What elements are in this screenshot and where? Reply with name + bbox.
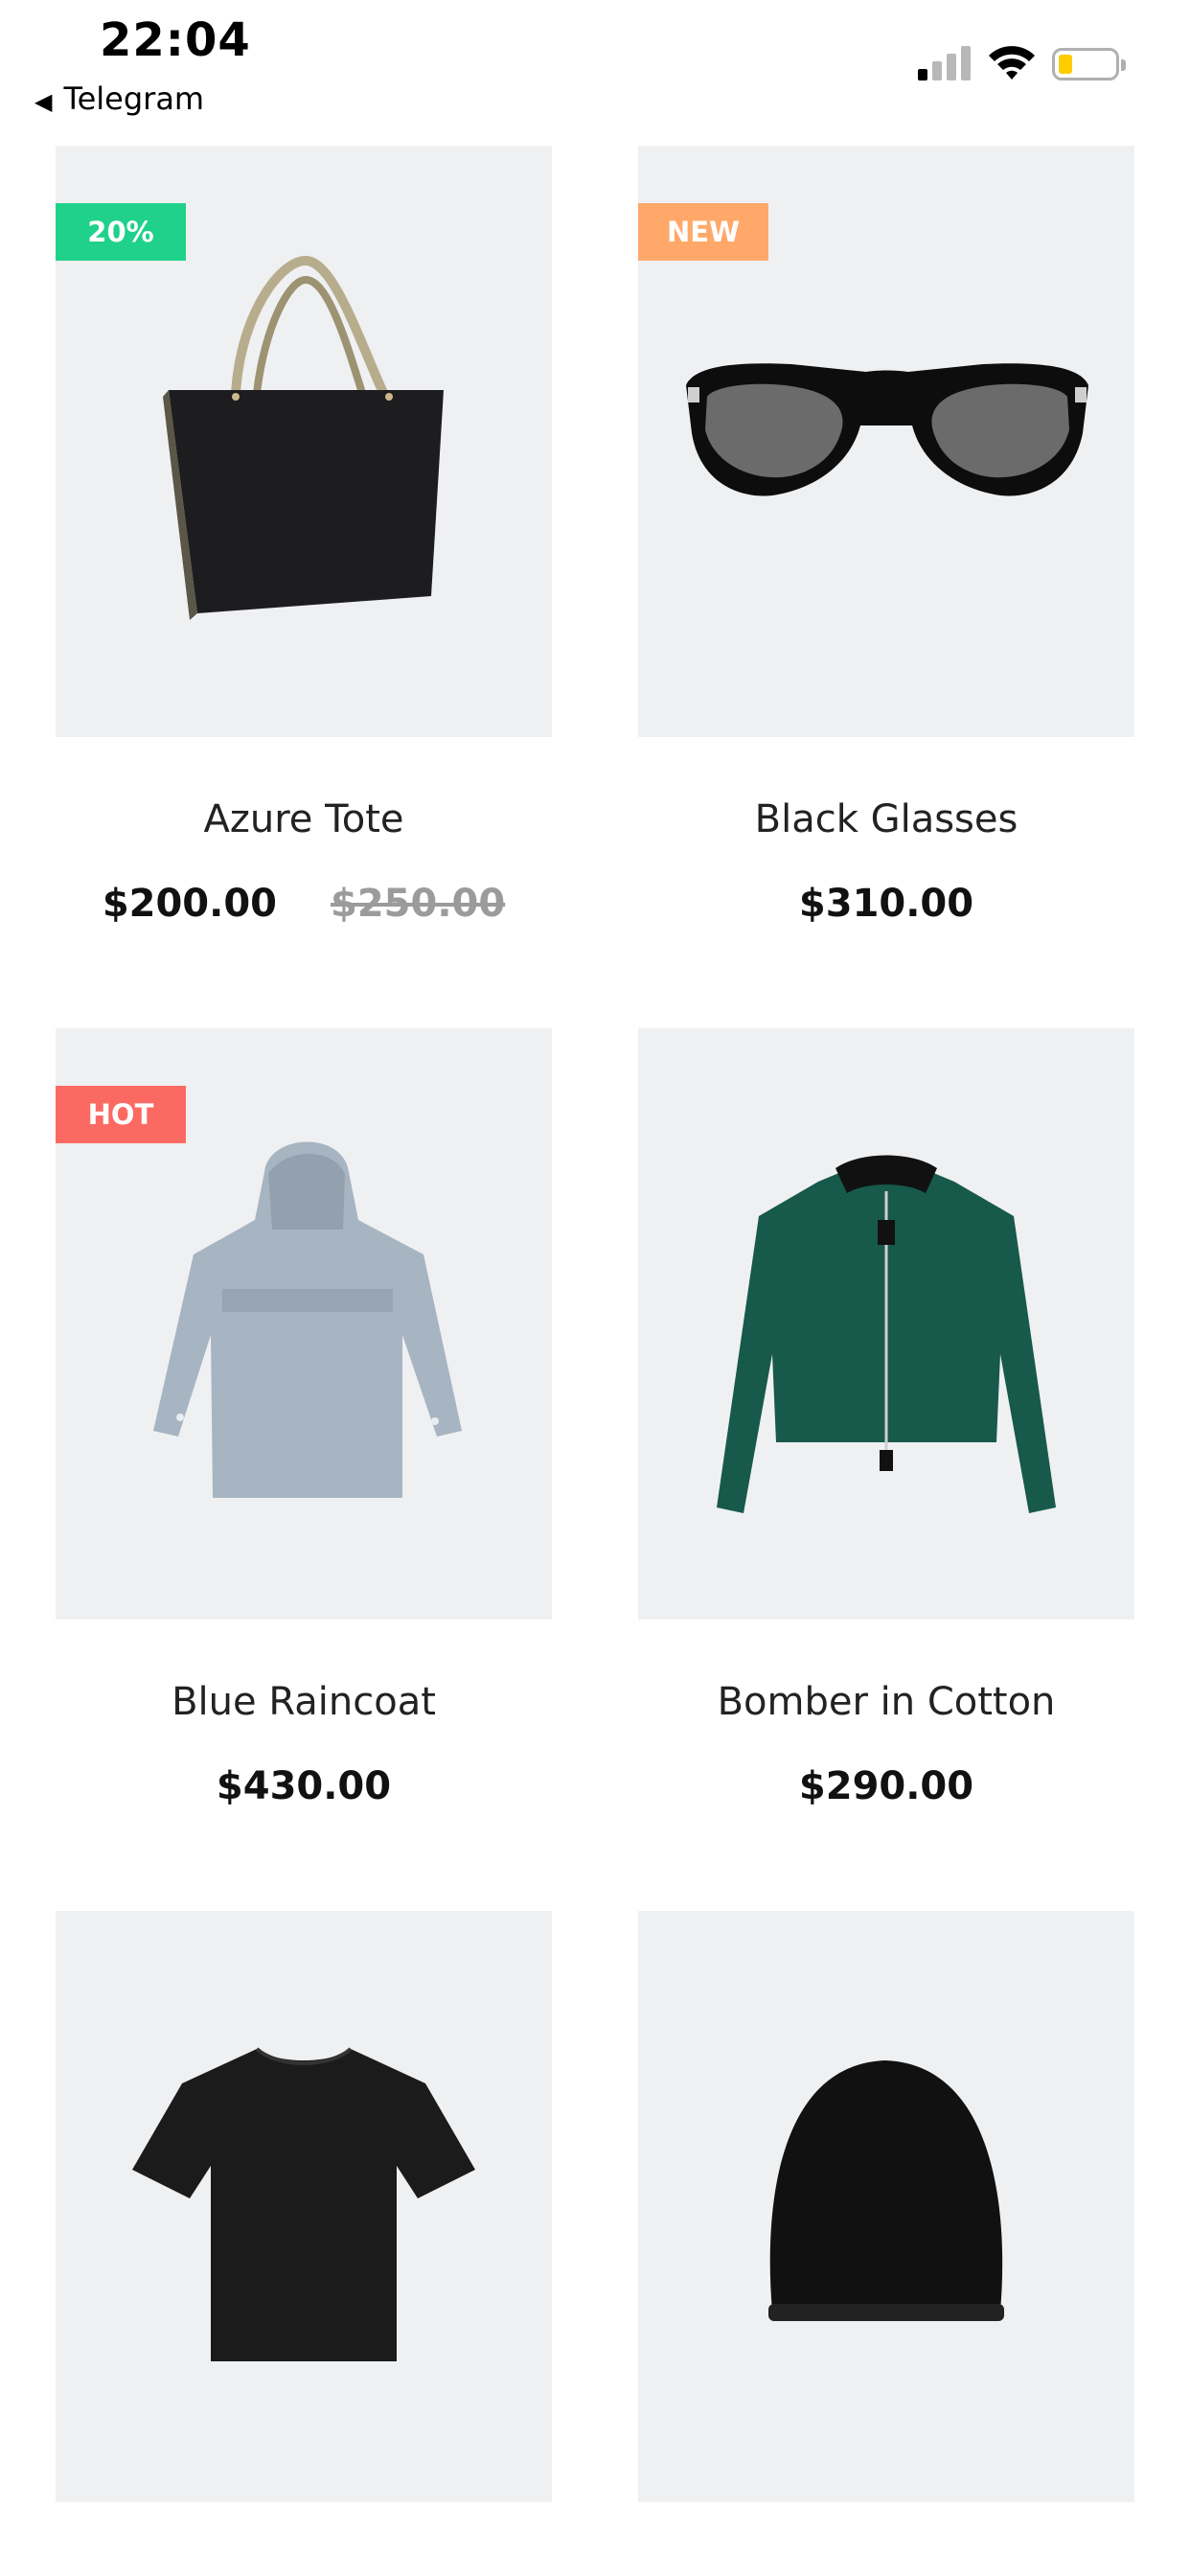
cellular-signal-icon bbox=[918, 46, 972, 80]
status-bar: 22:04 ◀ Telegram bbox=[0, 0, 1190, 117]
new-badge: NEW bbox=[638, 203, 768, 261]
product-card[interactable]: NEW Black Glasses $310.00 bbox=[638, 146, 1134, 970]
product-old-price: $250.00 bbox=[331, 882, 506, 926]
product-name[interactable]: Azure Tote bbox=[56, 797, 552, 841]
product-card[interactable]: Bomber in Cotton $290.00 bbox=[638, 1028, 1134, 1852]
status-time: 22:04 bbox=[100, 13, 251, 67]
product-price-row: $200.00 $250.00 bbox=[56, 882, 552, 926]
back-to-app-link[interactable]: ◀ Telegram bbox=[34, 80, 204, 117]
product-price: $290.00 bbox=[798, 1764, 974, 1808]
product-image[interactable] bbox=[638, 1911, 1134, 2502]
t-shirt-image bbox=[132, 2047, 475, 2361]
product-card[interactable]: HOT Blue Raincoat $430.00 bbox=[56, 1028, 552, 1852]
product-card[interactable] bbox=[638, 1911, 1134, 2502]
product-price: $430.00 bbox=[216, 1764, 392, 1808]
product-image[interactable]: 20% bbox=[56, 146, 552, 737]
product-price: $310.00 bbox=[798, 882, 974, 926]
back-arrow-icon: ◀ bbox=[34, 88, 53, 115]
product-price-row: $430.00 bbox=[56, 1764, 552, 1808]
product-price-row: $290.00 bbox=[638, 1764, 1134, 1808]
back-label: Telegram bbox=[63, 80, 205, 117]
hot-badge: HOT bbox=[56, 1086, 186, 1143]
discount-badge: 20% bbox=[56, 203, 186, 261]
product-name[interactable]: Black Glasses bbox=[638, 797, 1134, 841]
product-price: $200.00 bbox=[102, 882, 277, 926]
product-card[interactable]: 20% Azure Tote $200.00 $250.00 bbox=[56, 146, 552, 970]
product-card[interactable] bbox=[56, 1911, 552, 2502]
beanie-image bbox=[768, 2060, 1004, 2321]
wifi-icon bbox=[989, 46, 1035, 80]
product-image[interactable] bbox=[638, 1028, 1134, 1620]
product-name[interactable]: Bomber in Cotton bbox=[638, 1680, 1134, 1724]
product-price-row: $310.00 bbox=[638, 882, 1134, 926]
product-image[interactable] bbox=[56, 1911, 552, 2502]
product-image[interactable]: NEW bbox=[638, 146, 1134, 737]
battery-icon bbox=[1052, 48, 1126, 80]
bomber-jacket-image bbox=[717, 1155, 1056, 1513]
product-image[interactable]: HOT bbox=[56, 1028, 552, 1620]
product-name[interactable]: Blue Raincoat bbox=[56, 1680, 552, 1724]
